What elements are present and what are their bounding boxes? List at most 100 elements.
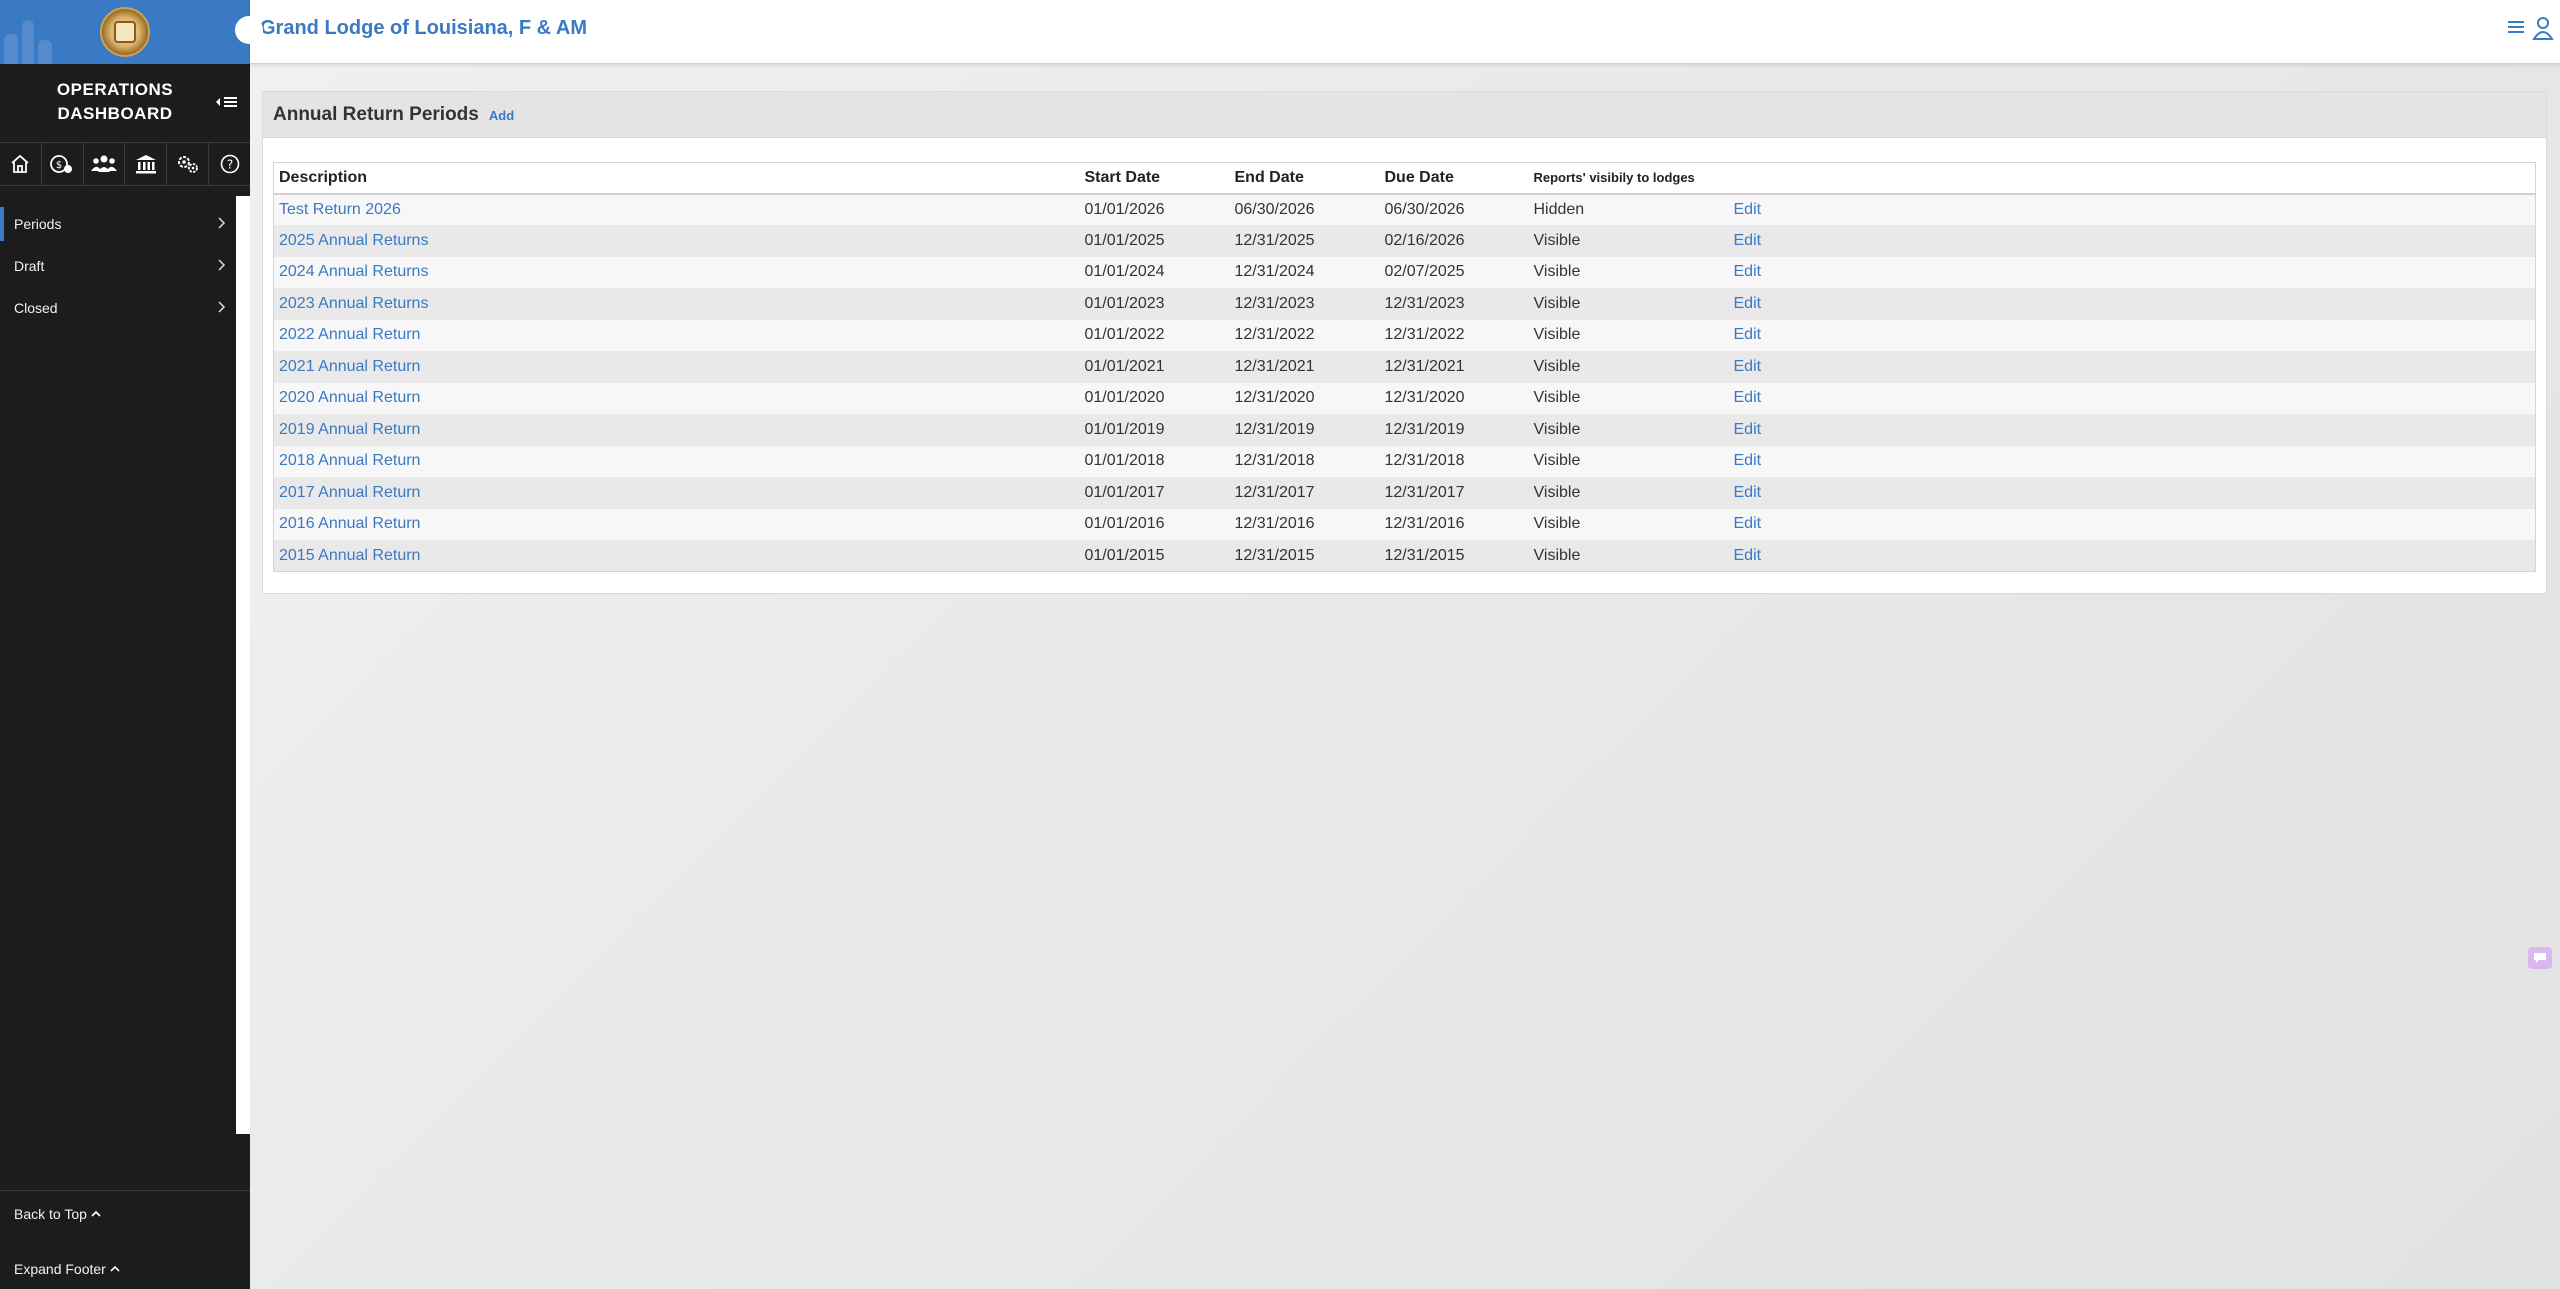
table-cell: 2020 Annual Return <box>274 383 1080 415</box>
table-cell: 2016 Annual Return <box>274 509 1080 541</box>
edit-link[interactable]: Edit <box>1734 515 1762 532</box>
table-cell: Edit <box>1729 446 2536 478</box>
end-date-cell: 12/31/2024 <box>1234 263 1315 281</box>
home-button[interactable] <box>0 143 42 185</box>
edit-link[interactable]: Edit <box>1734 358 1762 375</box>
grand-lodge-seal-logo[interactable] <box>100 7 150 57</box>
period-description-link[interactable]: 2025 Annual Returns <box>279 232 428 249</box>
table-cell: 12/31/2016 <box>1230 509 1380 541</box>
column-header-end-date[interactable]: End Date <box>1229 162 1380 195</box>
edit-link[interactable]: Edit <box>1734 452 1762 469</box>
edit-link[interactable]: Edit <box>1734 263 1762 280</box>
table-cell: 02/16/2026 <box>1380 225 1529 257</box>
table-cell: Edit <box>1729 194 2536 226</box>
edit-link[interactable]: Edit <box>1734 389 1762 406</box>
column-header-description[interactable]: Description <box>273 162 1080 195</box>
user-icon <box>2532 17 2554 40</box>
table-cell: 12/31/2022 <box>1230 320 1380 352</box>
start-date-cell: 01/01/2026 <box>1084 200 1165 218</box>
table-cell: 2025 Annual Returns <box>274 225 1080 257</box>
period-description-link[interactable]: 2019 Annual Return <box>279 421 420 438</box>
edit-link[interactable]: Edit <box>1734 484 1762 501</box>
table-cell: 06/30/2026 <box>1380 194 1529 226</box>
sidebar-collapse-toggle[interactable] <box>212 92 242 112</box>
table-cell: 01/01/2017 <box>1080 477 1230 509</box>
period-description-link[interactable]: 2023 Annual Returns <box>279 295 428 312</box>
end-date-cell: 12/31/2016 <box>1234 515 1315 533</box>
period-description-link[interactable]: 2024 Annual Returns <box>279 263 428 280</box>
edit-link[interactable]: Edit <box>1734 232 1762 249</box>
column-header-visibility[interactable]: Reports' visibily to lodges <box>1528 162 1729 195</box>
expand-footer-link[interactable]: Expand Footer <box>14 1261 120 1277</box>
start-date-cell: 01/01/2021 <box>1084 357 1165 375</box>
sidebar-scrollbar[interactable] <box>236 196 250 1134</box>
table-cell: 01/01/2020 <box>1080 383 1230 415</box>
column-header-start-date[interactable]: Start Date <box>1079 162 1230 195</box>
dashboard-title-line1: OPERATIONS <box>56 80 174 99</box>
back-to-top-link[interactable]: Back to Top <box>14 1206 101 1222</box>
table-cell: 12/31/2025 <box>1230 225 1380 257</box>
sidebar-item-draft[interactable]: Draft <box>0 245 236 287</box>
table-cell: 12/31/2019 <box>1230 414 1380 446</box>
organization-title[interactable]: Grand Lodge of Louisiana, F & AM <box>260 17 587 40</box>
edit-link[interactable]: Edit <box>1734 547 1762 564</box>
table-cell: 12/31/2015 <box>1230 540 1380 572</box>
period-description-link[interactable]: 2022 Annual Return <box>279 326 420 343</box>
table-cell: Edit <box>1729 288 2536 320</box>
members-button[interactable] <box>84 143 126 185</box>
sidebar-item-closed[interactable]: Closed <box>0 287 236 329</box>
table-cell: 12/31/2018 <box>1230 446 1380 478</box>
table-cell: 01/01/2022 <box>1080 320 1230 352</box>
column-header-due-date[interactable]: Due Date <box>1379 162 1529 195</box>
due-date-cell: 12/31/2015 <box>1384 546 1465 564</box>
period-description-link[interactable]: Test Return 2026 <box>279 201 401 218</box>
header-menu-button[interactable] <box>2508 20 2524 39</box>
end-date-cell: 12/31/2023 <box>1234 294 1315 312</box>
start-date-cell: 01/01/2024 <box>1084 263 1165 281</box>
start-date-cell: 01/01/2025 <box>1084 231 1165 249</box>
table-cell: 01/01/2023 <box>1080 288 1230 320</box>
add-period-link[interactable]: Add <box>489 108 514 123</box>
chevron-right-icon <box>218 259 226 271</box>
table-row: 2024 Annual Returns 01/01/2024 12/31/2024 0… <box>273 256 2536 289</box>
table-cell: 12/31/2019 <box>1380 414 1529 446</box>
institution-icon <box>135 155 156 174</box>
collapse-menu-icon <box>216 97 237 107</box>
table-cell: 2022 Annual Return <box>274 320 1080 352</box>
back-to-top-label: Back to Top <box>14 1206 87 1222</box>
edit-link[interactable]: Edit <box>1734 421 1762 438</box>
help-button[interactable]: ? <box>209 143 250 185</box>
help-icon: ? <box>220 154 239 174</box>
edit-link[interactable]: Edit <box>1734 295 1762 312</box>
user-account-button[interactable] <box>2532 16 2554 45</box>
chevron-right-icon <box>218 217 226 229</box>
sidebar-item-periods[interactable]: Periods <box>0 203 236 245</box>
due-date-cell: 12/31/2017 <box>1384 483 1465 501</box>
institution-button[interactable] <box>125 143 168 185</box>
lodge-settings-button[interactable]: $ <box>42 143 84 185</box>
period-description-link[interactable]: 2017 Annual Return <box>279 484 420 501</box>
table-cell: Edit <box>1729 257 2536 289</box>
edit-link[interactable]: Edit <box>1734 201 1762 218</box>
period-description-link[interactable]: 2021 Annual Return <box>279 358 420 375</box>
table-cell: Edit <box>1729 509 2536 541</box>
due-date-cell: 12/31/2020 <box>1384 389 1465 407</box>
sidebar-edge-handle[interactable] <box>235 16 263 44</box>
period-description-link[interactable]: 2020 Annual Return <box>279 389 420 406</box>
table-cell: 01/01/2025 <box>1080 225 1230 257</box>
due-date-cell: 02/07/2025 <box>1384 263 1465 281</box>
period-description-link[interactable]: 2018 Annual Return <box>279 452 420 469</box>
visibility-cell: Visible <box>1533 389 1581 407</box>
due-date-cell: 12/31/2022 <box>1384 326 1465 344</box>
table-cell: 12/31/2017 <box>1380 477 1529 509</box>
period-description-link[interactable]: 2015 Annual Return <box>279 547 420 564</box>
settings-button[interactable] <box>167 143 210 185</box>
table-cell: Visible <box>1529 320 1729 352</box>
edit-link[interactable]: Edit <box>1734 326 1762 343</box>
table-cell: 12/31/2022 <box>1380 320 1529 352</box>
chat-widget-button[interactable] <box>2528 947 2552 969</box>
table-row: Test Return 2026 01/01/2026 06/30/2026 06/3… <box>273 193 2536 226</box>
end-date-cell: 12/31/2025 <box>1234 231 1315 249</box>
period-description-link[interactable]: 2016 Annual Return <box>279 515 420 532</box>
expand-footer-label: Expand Footer <box>14 1261 106 1277</box>
